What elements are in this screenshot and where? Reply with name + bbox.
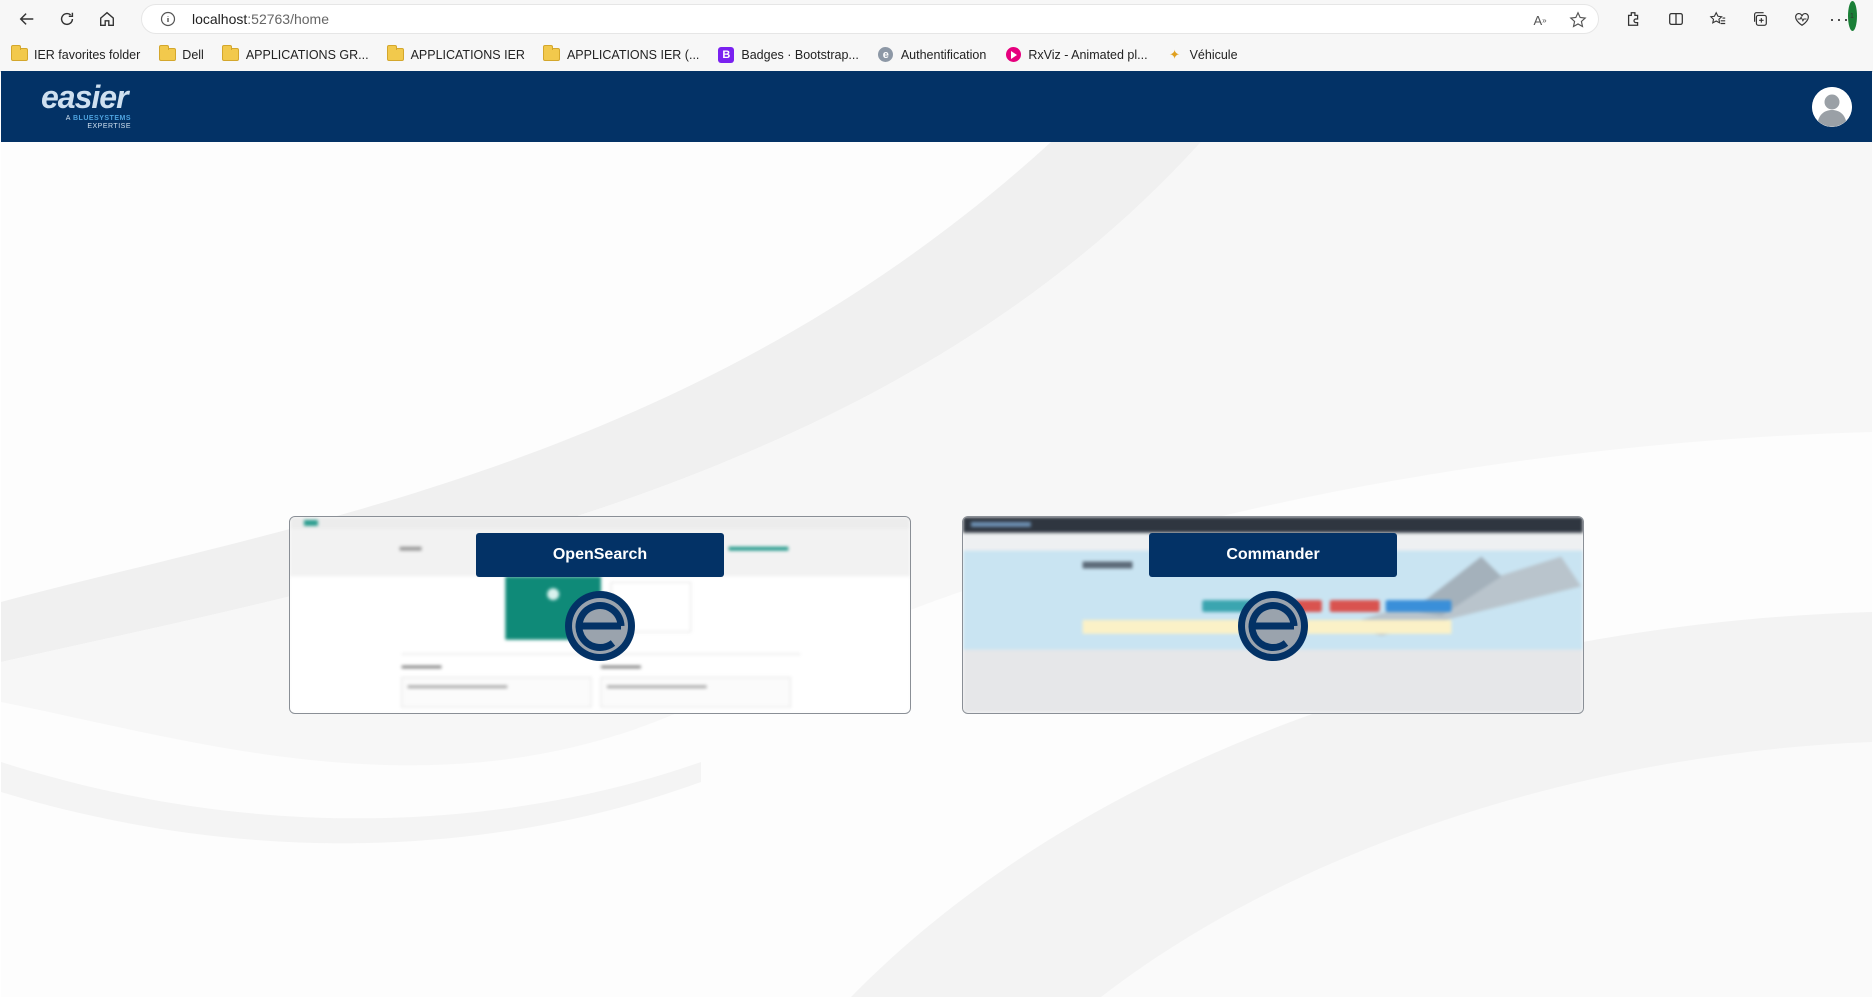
easier-e-icon bbox=[565, 591, 635, 661]
commander-title[interactable]: Commander bbox=[1149, 533, 1397, 577]
bookmarks-bar: IER favorites folder Dell APPLICATIONS G… bbox=[0, 38, 1873, 72]
opensearch-title[interactable]: OpenSearch bbox=[476, 533, 724, 577]
favorites-icon[interactable] bbox=[1703, 4, 1733, 34]
bookmark-item[interactable]: APPLICATIONS IER (... bbox=[543, 45, 699, 63]
site-info-icon[interactable] bbox=[160, 11, 176, 27]
bookmark-item[interactable]: RxViz - Animated pl... bbox=[1004, 47, 1148, 63]
bookmark-item[interactable]: e Authentification bbox=[877, 47, 986, 63]
bookmark-item[interactable]: IER favorites folder bbox=[10, 45, 140, 63]
favorite-star-icon[interactable] bbox=[1568, 10, 1588, 30]
extensions-icon[interactable] bbox=[1619, 4, 1649, 34]
logo-word: easier bbox=[41, 79, 129, 115]
back-arrow-icon[interactable] bbox=[10, 2, 44, 36]
collections-icon[interactable] bbox=[1745, 4, 1775, 34]
background-swoosh bbox=[1, 142, 1872, 997]
easier-icon: e bbox=[878, 47, 894, 62]
app-header: easier A BLUESYSTEMS EXPERTISE bbox=[1, 71, 1872, 142]
easier-e-icon bbox=[1238, 591, 1308, 661]
browser-toolbar: localhost:52763/home A» ··· 1 bbox=[0, 0, 1873, 38]
folder-icon bbox=[10, 45, 28, 61]
browser-essentials-icon[interactable] bbox=[1787, 4, 1817, 34]
app-window: easier A BLUESYSTEMS EXPERTISE OpenSearc… bbox=[1, 71, 1872, 997]
home-body: OpenSearch Commander bbox=[1, 142, 1872, 997]
folder-icon bbox=[222, 45, 240, 61]
bookmark-item[interactable]: ✦ Véhicule bbox=[1166, 46, 1237, 63]
split-screen-icon[interactable] bbox=[1661, 4, 1691, 34]
user-avatar-icon[interactable] bbox=[1812, 87, 1852, 127]
notification-badge: 1 bbox=[1847, 1, 1857, 31]
easier-logo[interactable]: easier A BLUESYSTEMS EXPERTISE bbox=[39, 79, 139, 133]
bookmark-item[interactable]: APPLICATIONS GR... bbox=[222, 45, 369, 63]
bootstrap-icon: B bbox=[718, 46, 735, 63]
more-options-icon[interactable]: ··· 1 bbox=[1829, 1, 1859, 34]
folder-icon bbox=[543, 45, 561, 61]
folder-icon bbox=[387, 45, 405, 61]
home-icon[interactable] bbox=[90, 2, 124, 36]
commander-card[interactable]: Commander bbox=[962, 516, 1584, 714]
url-text[interactable]: localhost:52763/home bbox=[192, 11, 329, 27]
bookmark-item[interactable]: APPLICATIONS IER bbox=[387, 45, 525, 63]
refresh-icon[interactable] bbox=[50, 2, 84, 36]
read-aloud-icon[interactable]: A» bbox=[1530, 10, 1550, 30]
rxviz-icon bbox=[1005, 47, 1021, 62]
folder-icon bbox=[158, 45, 176, 61]
opensearch-card[interactable]: OpenSearch bbox=[289, 516, 911, 714]
logo-tagline: A BLUESYSTEMS EXPERTISE bbox=[65, 115, 131, 130]
bookmark-item[interactable]: B Badges · Bootstrap... bbox=[717, 46, 859, 63]
vehicle-icon: ✦ bbox=[1169, 46, 1181, 62]
address-bar[interactable]: localhost:52763/home A» bbox=[141, 4, 1599, 34]
bookmark-item[interactable]: Dell bbox=[158, 45, 204, 63]
